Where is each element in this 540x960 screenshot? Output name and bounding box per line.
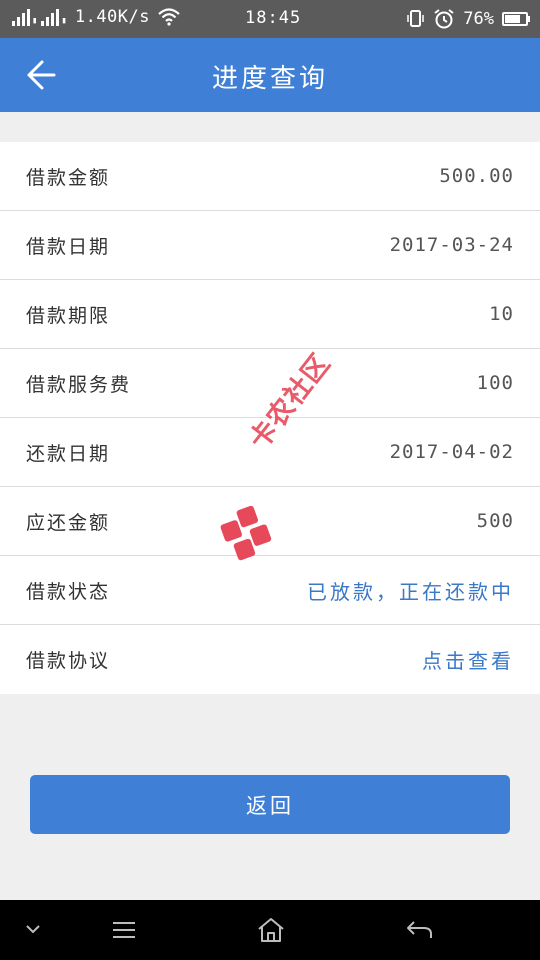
app-bar: 进度查询 bbox=[0, 38, 540, 112]
row-label: 借款金额 bbox=[26, 166, 111, 189]
status-right: 76% bbox=[405, 8, 530, 30]
row-loan-agreement: 借款协议 点击查看 bbox=[0, 625, 540, 694]
network-speed: 1.40K/s bbox=[74, 7, 150, 27]
chevron-down-icon[interactable] bbox=[24, 922, 42, 936]
page-title: 进度查询 bbox=[211, 64, 328, 94]
home-icon[interactable] bbox=[256, 916, 286, 944]
status-text: 已放款，正在还款中 bbox=[307, 579, 514, 604]
back-nav-icon[interactable] bbox=[404, 916, 434, 944]
row-label: 借款期限 bbox=[26, 304, 111, 327]
row-value: 100 bbox=[476, 372, 514, 394]
row-label: 借款日期 bbox=[26, 235, 111, 258]
row-label: 借款状态 bbox=[26, 580, 111, 603]
navigation-bar bbox=[0, 900, 540, 960]
signal-icon bbox=[12, 8, 30, 26]
row-label: 应还金额 bbox=[26, 511, 111, 534]
vibrate-icon bbox=[407, 10, 425, 27]
row-label: 借款协议 bbox=[26, 650, 111, 672]
row-value: 500.00 bbox=[439, 165, 514, 187]
row-label: 借款服务费 bbox=[26, 373, 132, 396]
clock: 18:45 bbox=[245, 8, 302, 28]
sim1-icon: ▮ bbox=[32, 16, 38, 26]
view-agreement-link[interactable]: 点击查看 bbox=[422, 645, 514, 674]
row-value: 2017-03-24 bbox=[389, 234, 514, 256]
row-label: 还款日期 bbox=[26, 442, 111, 465]
row-value: 500 bbox=[476, 510, 514, 532]
status-bar: ▮ ▮ 1.40K/s 18:45 76% bbox=[0, 0, 540, 38]
signal-icon bbox=[41, 8, 60, 26]
menu-icon[interactable] bbox=[110, 916, 138, 944]
battery-icon bbox=[502, 12, 530, 26]
alarm-icon bbox=[434, 9, 454, 29]
row-loan-term: 借款期限 10 bbox=[0, 280, 540, 349]
row-loan-amount: 借款金额 500.00 bbox=[0, 142, 540, 211]
row-loan-status: 借款状态 已放款，正在还款中 bbox=[0, 556, 540, 625]
wifi-icon bbox=[158, 8, 180, 26]
battery-percent: 76% bbox=[463, 9, 494, 29]
row-value: 10 bbox=[489, 303, 514, 325]
row-loan-date: 借款日期 2017-03-24 bbox=[0, 211, 540, 280]
status-left: ▮ ▮ 1.40K/s bbox=[12, 8, 180, 26]
sim2-icon: ▮ bbox=[61, 16, 67, 26]
row-amount-due: 应还金额 500 bbox=[0, 487, 540, 556]
return-button[interactable]: 返回 bbox=[30, 775, 510, 834]
row-value: 2017-04-02 bbox=[389, 441, 514, 463]
